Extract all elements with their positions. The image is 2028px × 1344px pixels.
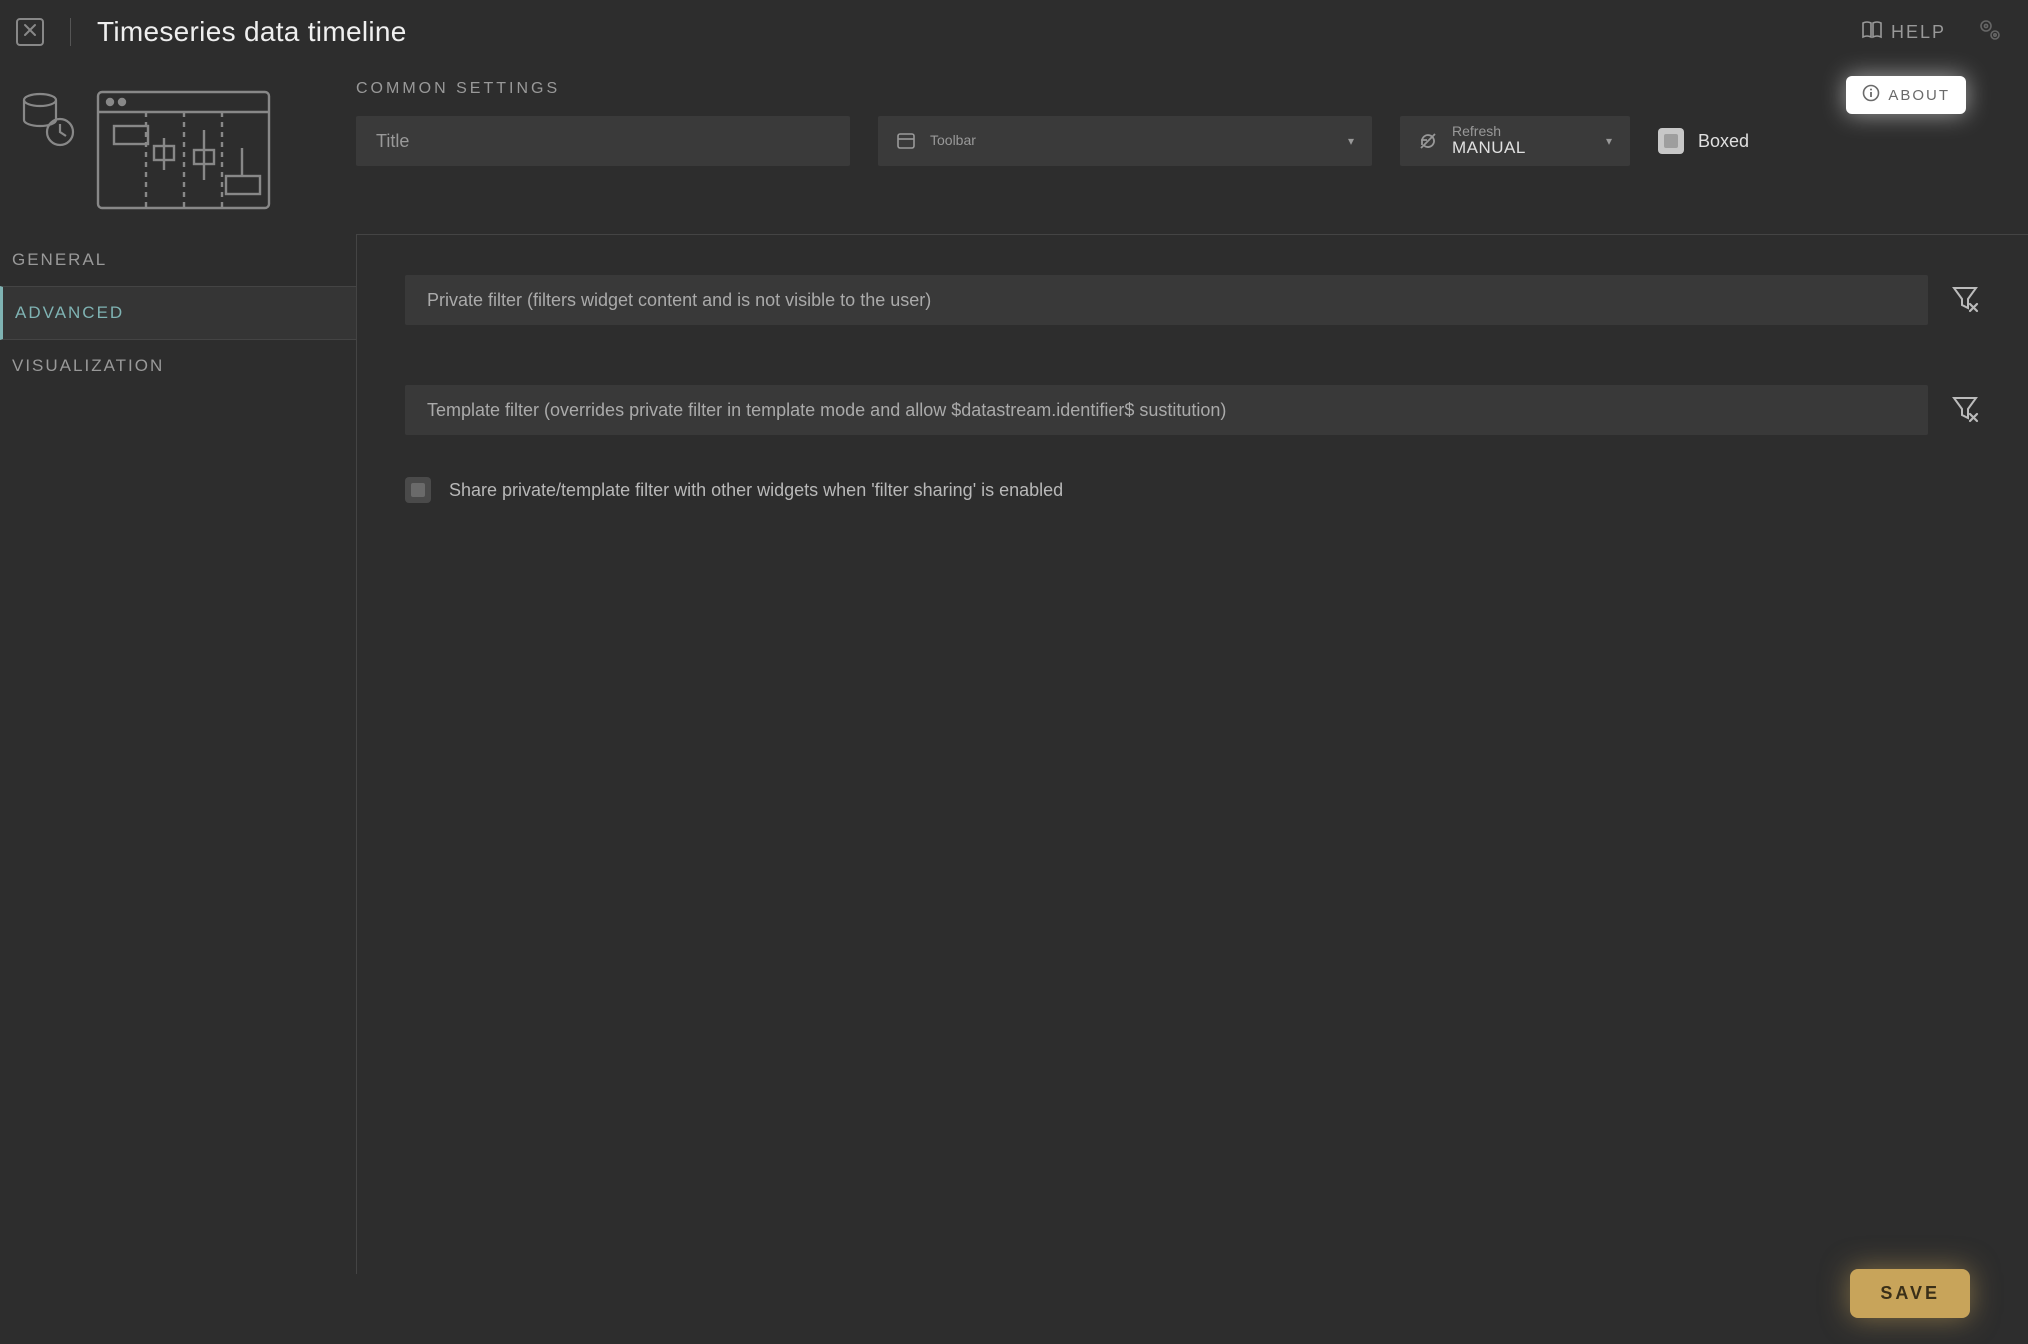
- template-filter-input[interactable]: [425, 399, 1908, 422]
- refresh-icon: [1418, 131, 1438, 151]
- share-filter-label: Share private/template filter with other…: [449, 480, 1063, 501]
- close-icon: [23, 23, 37, 42]
- refresh-select[interactable]: Refresh MANUAL ▾: [1400, 116, 1630, 166]
- tab-general[interactable]: GENERAL: [0, 234, 356, 286]
- private-filter-input[interactable]: [425, 289, 1908, 312]
- advanced-panel: Share private/template filter with other…: [356, 234, 2028, 1274]
- toolbar-select[interactable]: Toolbar ▾: [878, 116, 1372, 166]
- widget-type-illustration: [0, 80, 356, 210]
- database-clock-icon: [18, 90, 78, 150]
- template-filter-field[interactable]: [405, 385, 1928, 435]
- save-button[interactable]: SAVE: [1850, 1269, 1970, 1318]
- page-title: Timeseries data timeline: [97, 16, 407, 48]
- filter-clear-icon[interactable]: [1950, 283, 1980, 318]
- toolbar-label: Toolbar: [930, 133, 976, 148]
- title-field[interactable]: [356, 116, 850, 166]
- refresh-value: MANUAL: [1452, 139, 1526, 158]
- tab-advanced[interactable]: ADVANCED: [0, 286, 356, 340]
- filter-clear-icon[interactable]: [1950, 393, 1980, 428]
- settings-gears-icon[interactable]: [1976, 16, 2004, 49]
- chevron-down-icon: ▾: [1606, 134, 1612, 148]
- divider: [70, 18, 71, 46]
- toolbar-icon: [896, 131, 916, 151]
- tab-visualization[interactable]: VISUALIZATION: [0, 340, 356, 392]
- private-filter-field[interactable]: [405, 275, 1928, 325]
- boxed-label: Boxed: [1698, 131, 1749, 152]
- info-icon: [1862, 84, 1880, 106]
- settings-tabs: GENERAL ADVANCED VISUALIZATION: [0, 234, 356, 1274]
- about-button[interactable]: ABOUT: [1846, 76, 1966, 114]
- book-icon: [1861, 20, 1883, 45]
- title-input[interactable]: [374, 130, 832, 153]
- help-label: HELP: [1891, 22, 1946, 43]
- help-link[interactable]: HELP: [1861, 20, 1946, 45]
- share-filter-checkbox[interactable]: [405, 477, 431, 503]
- boxed-checkbox[interactable]: [1658, 128, 1684, 154]
- timeline-panel-icon: [96, 90, 271, 210]
- close-button[interactable]: [16, 18, 44, 46]
- common-settings-heading: COMMON SETTINGS: [356, 80, 1968, 98]
- save-label: SAVE: [1880, 1283, 1940, 1303]
- chevron-down-icon: ▾: [1348, 134, 1354, 148]
- about-label: ABOUT: [1888, 87, 1950, 104]
- refresh-label: Refresh: [1452, 124, 1526, 139]
